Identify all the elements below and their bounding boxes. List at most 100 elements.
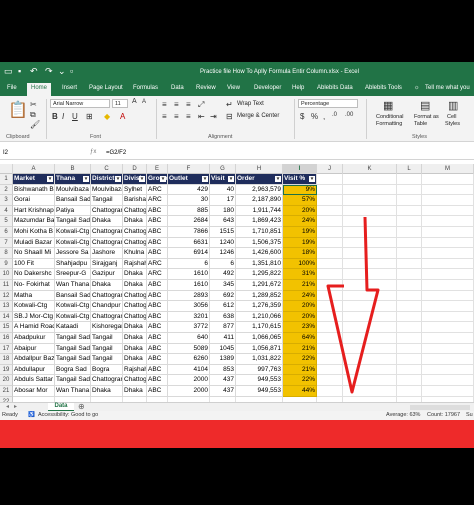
- table-cell[interactable]: ABC: [147, 364, 168, 376]
- table-cell[interactable]: 1,426,600: [236, 248, 283, 259]
- table-cell[interactable]: Chattogram: [91, 227, 123, 238]
- table-cell[interactable]: 57%: [283, 195, 317, 206]
- increase-font-icon[interactable]: A: [132, 98, 137, 105]
- table-cell[interactable]: 1515: [210, 227, 236, 238]
- table-cell[interactable]: Tangail: [91, 195, 123, 206]
- conditional-formatting-label[interactable]: Conditional: [376, 114, 404, 120]
- table-cell[interactable]: Dhaka: [123, 322, 147, 333]
- paste-icon[interactable]: 📋: [8, 100, 28, 120]
- empty-cell[interactable]: [397, 322, 422, 333]
- filter-dropdown-icon[interactable]: ▾: [275, 176, 281, 182]
- table-cell[interactable]: 1610: [168, 269, 210, 280]
- table-cell[interactable]: 1,276,359: [236, 301, 283, 312]
- row-header[interactable]: 8: [0, 248, 13, 259]
- table-cell[interactable]: 949,553: [236, 386, 283, 397]
- increase-decimal-icon[interactable]: .0: [332, 112, 337, 118]
- copy-icon[interactable]: ⧉: [30, 110, 36, 120]
- table-cell[interactable]: 4104: [168, 364, 210, 376]
- table-cell[interactable]: 2,963,579: [236, 184, 283, 196]
- row-header[interactable]: 21: [0, 386, 13, 397]
- tab-help[interactable]: Help: [292, 85, 304, 91]
- sheet-prev-icon[interactable]: ◂: [6, 403, 9, 410]
- font-size-box[interactable]: 11: [112, 99, 128, 108]
- table-cell[interactable]: ABC: [147, 322, 168, 333]
- align-right-icon[interactable]: ≡: [186, 112, 191, 121]
- empty-cell[interactable]: [422, 343, 474, 355]
- column-header-m[interactable]: M: [422, 164, 474, 174]
- table-cell[interactable]: Abdullapur: [13, 364, 55, 376]
- table-cell[interactable]: Dhaka: [91, 386, 123, 397]
- table-cell[interactable]: 1,506,375: [236, 237, 283, 249]
- row-header[interactable]: 10: [0, 269, 13, 280]
- table-cell[interactable]: Dhaka: [123, 280, 147, 291]
- table-cell[interactable]: 429: [168, 184, 210, 196]
- table-cell[interactable]: 21%: [283, 280, 317, 291]
- table-cell[interactable]: 1,170,615: [236, 322, 283, 333]
- table-cell[interactable]: 638: [210, 311, 236, 323]
- empty-cell[interactable]: [397, 386, 422, 397]
- column-header-g[interactable]: G: [210, 164, 236, 174]
- table-cell[interactable]: ABC: [147, 290, 168, 302]
- row-header[interactable]: 19: [0, 364, 13, 376]
- table-cell[interactable]: Kishoreganj: [91, 322, 123, 333]
- accessibility-status[interactable]: Accessibility: Good to go: [38, 412, 98, 418]
- row-header[interactable]: 20: [0, 375, 13, 386]
- empty-cell[interactable]: [343, 227, 397, 238]
- table-cell[interactable]: Jessore Sa: [55, 248, 91, 259]
- table-cell[interactable]: ABC: [147, 227, 168, 238]
- filter-dropdown-icon[interactable]: ▾: [139, 176, 145, 182]
- table-cell[interactable]: Moulvibaza: [55, 184, 91, 196]
- table-cell[interactable]: 20%: [283, 205, 317, 217]
- table-cell[interactable]: Moulvibaza: [91, 184, 123, 196]
- table-cell[interactable]: ARC: [147, 258, 168, 270]
- table-cell[interactable]: 345: [210, 280, 236, 291]
- table-cell[interactable]: 19%: [283, 237, 317, 249]
- table-cell[interactable]: Bansail Sad: [55, 290, 91, 302]
- table-cell[interactable]: 1,210,066: [236, 311, 283, 323]
- table-cell[interactable]: No- Fokirhat: [13, 280, 55, 291]
- row-header[interactable]: 3: [0, 195, 13, 206]
- row-header[interactable]: 4: [0, 205, 13, 217]
- empty-cell[interactable]: [422, 354, 474, 365]
- table-header-cell[interactable]: Market ▾: [13, 174, 55, 185]
- table-cell[interactable]: Bansail Sad: [55, 195, 91, 206]
- table-cell[interactable]: 1,710,851: [236, 227, 283, 238]
- quick-access-customize-icon[interactable]: ⌄: [58, 67, 66, 76]
- table-cell[interactable]: 877: [210, 322, 236, 333]
- table-cell[interactable]: Kotwali-Ctg: [55, 311, 91, 323]
- empty-cell[interactable]: [317, 205, 343, 217]
- percent-icon[interactable]: %: [311, 112, 318, 121]
- row-header[interactable]: 14: [0, 311, 13, 323]
- table-cell[interactable]: 40: [210, 184, 236, 196]
- table-cell[interactable]: 411: [210, 333, 236, 344]
- table-cell[interactable]: Khulna: [123, 248, 147, 259]
- empty-cell[interactable]: [343, 311, 397, 323]
- table-header-cell[interactable]: Outlet ▾: [168, 174, 210, 185]
- table-cell[interactable]: 6: [210, 258, 236, 270]
- table-cell[interactable]: 7866: [168, 227, 210, 238]
- empty-cell[interactable]: [397, 195, 422, 206]
- table-cell[interactable]: 6914: [168, 248, 210, 259]
- empty-cell[interactable]: [397, 301, 422, 312]
- table-cell[interactable]: 18%: [283, 248, 317, 259]
- empty-cell[interactable]: [343, 184, 397, 196]
- align-top-icon[interactable]: ≡: [162, 100, 167, 109]
- empty-cell[interactable]: [422, 301, 474, 312]
- empty-cell[interactable]: [343, 364, 397, 376]
- merge-center-icon[interactable]: ⊟: [226, 112, 233, 121]
- empty-cell[interactable]: [317, 311, 343, 323]
- table-cell[interactable]: Chattogram: [91, 311, 123, 323]
- empty-cell[interactable]: [317, 216, 343, 227]
- format-painter-icon[interactable]: 🖌: [30, 120, 40, 129]
- empty-cell[interactable]: [343, 322, 397, 333]
- empty-cell[interactable]: [422, 269, 474, 280]
- table-cell[interactable]: 180: [210, 205, 236, 217]
- select-all-corner[interactable]: [0, 164, 13, 174]
- table-cell[interactable]: Chattogram: [91, 375, 123, 386]
- decrease-indent-icon[interactable]: ⇤: [198, 112, 205, 121]
- empty-cell[interactable]: [422, 205, 474, 217]
- table-cell[interactable]: Dhaka: [91, 216, 123, 227]
- conditional-formatting-label-2[interactable]: Formatting: [376, 121, 402, 127]
- table-cell[interactable]: Tangail: [91, 333, 123, 344]
- empty-cell[interactable]: [317, 258, 343, 270]
